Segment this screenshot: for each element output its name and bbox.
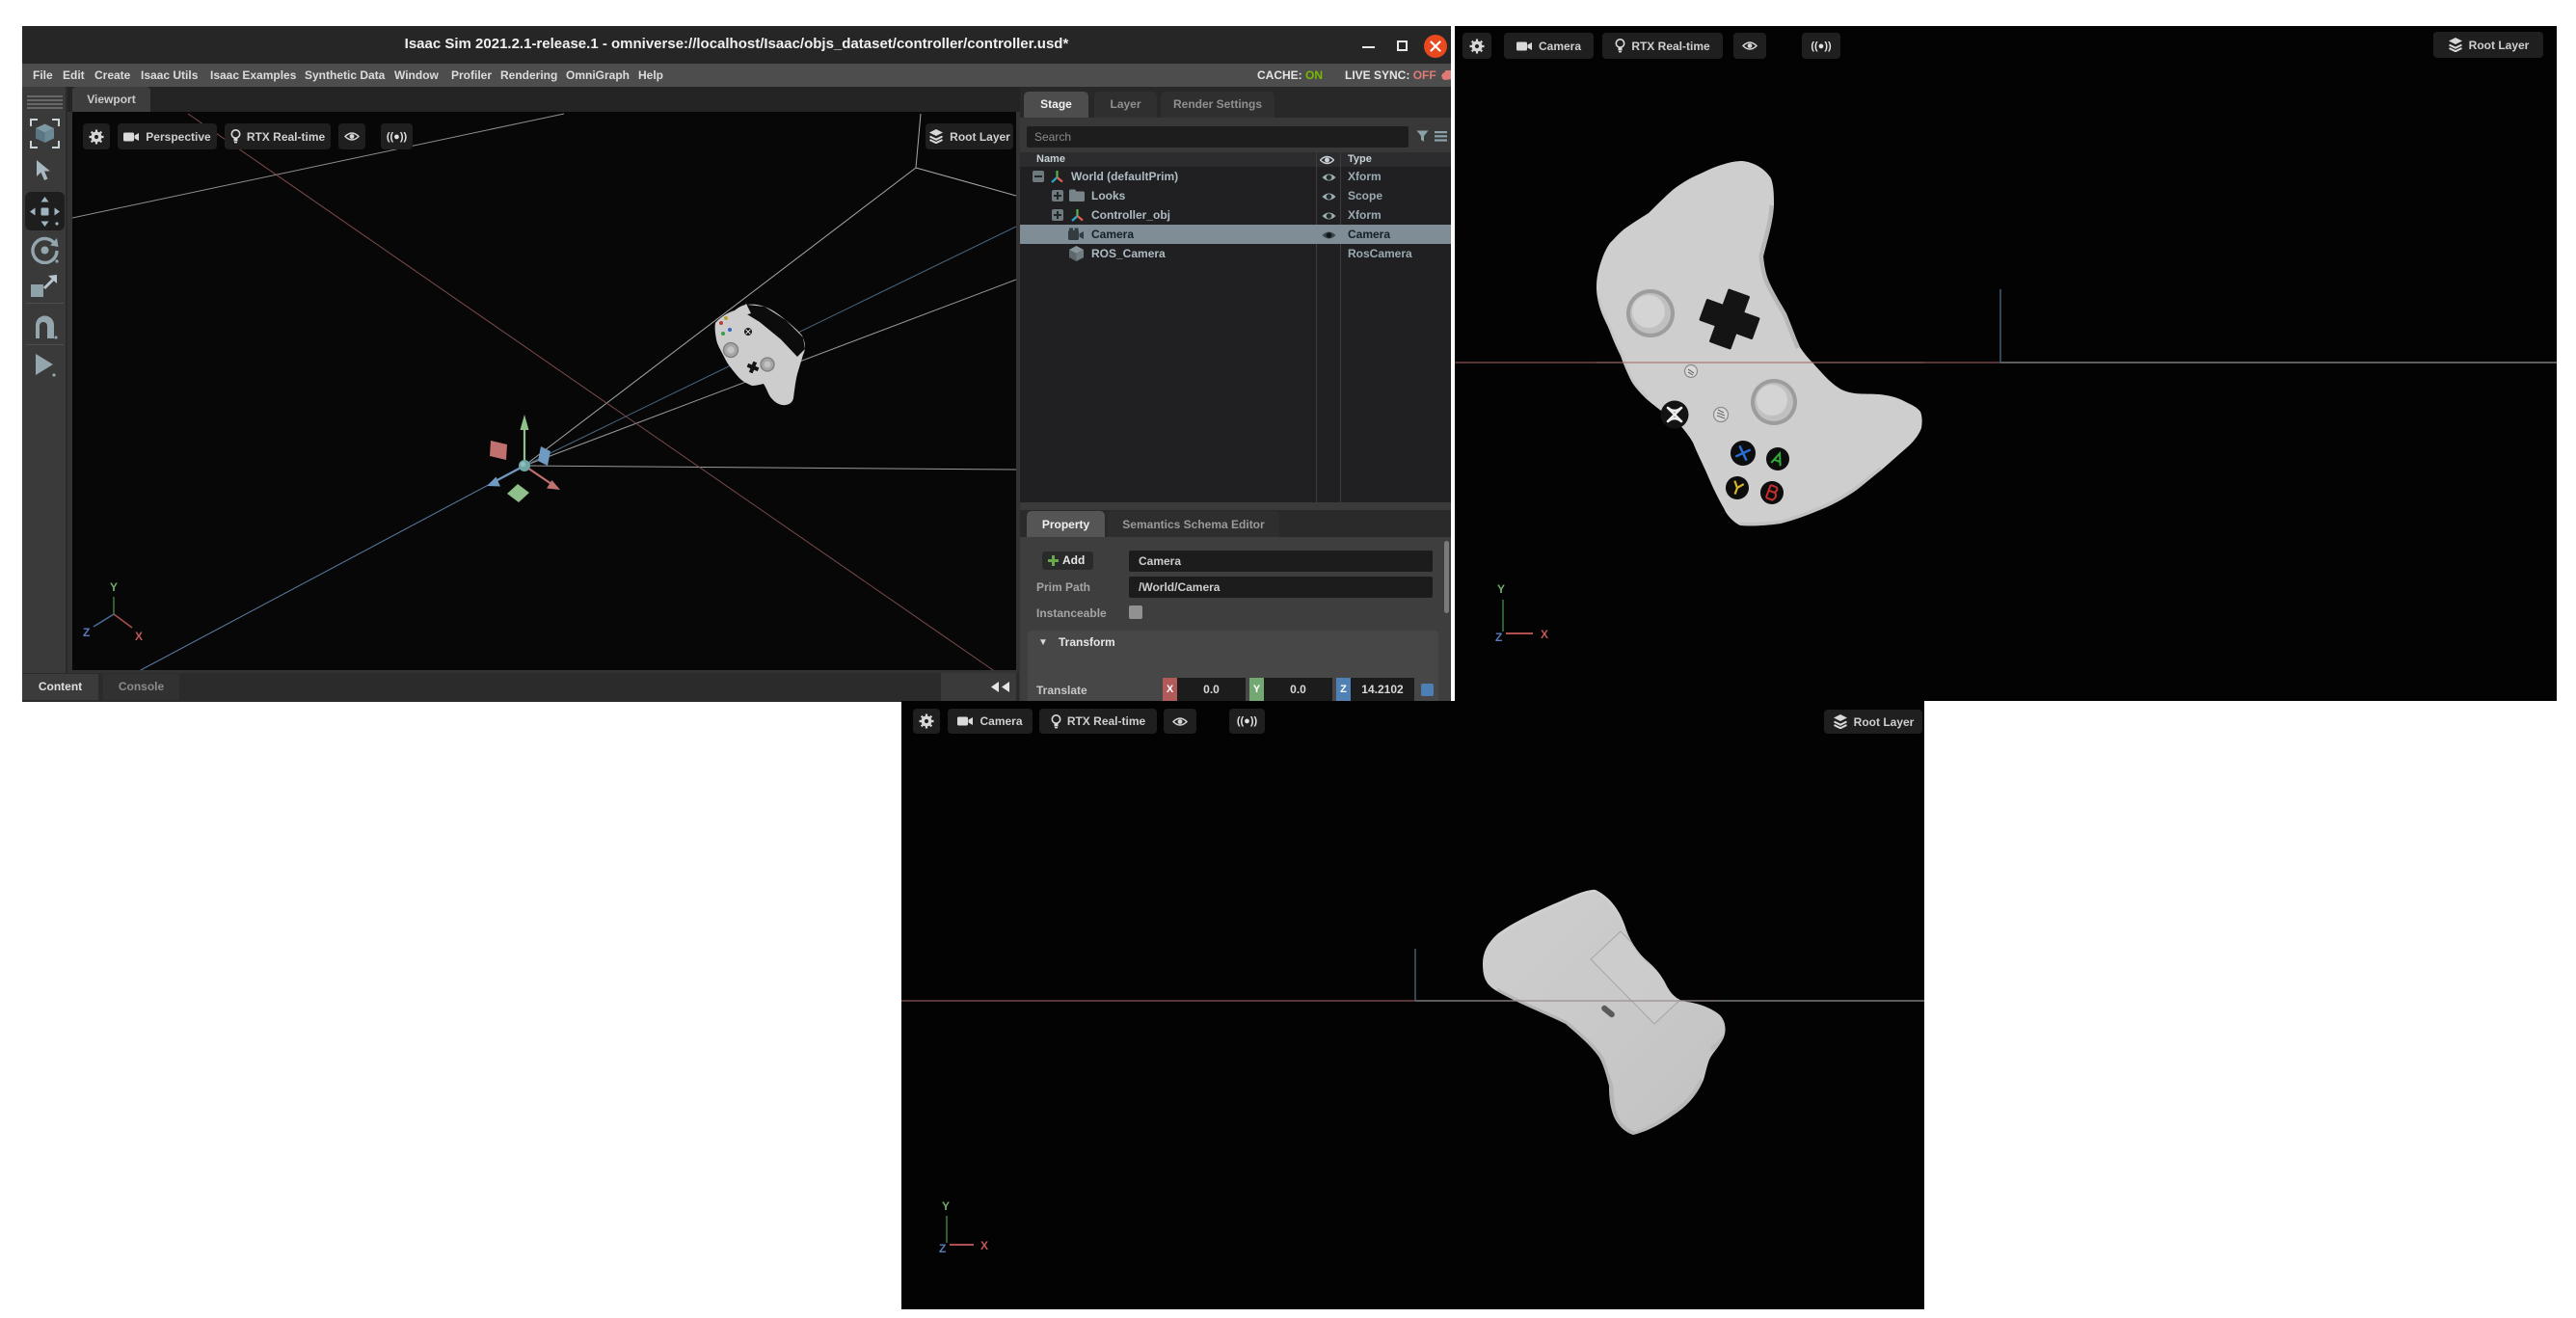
svg-text:X: X (135, 630, 143, 643)
svg-text:X: X (980, 1239, 988, 1252)
svg-text:Y: Y (110, 580, 118, 594)
svg-text:Z: Z (939, 1242, 946, 1255)
svg-text:Z: Z (83, 626, 90, 639)
svg-text:Z: Z (1495, 631, 1502, 644)
svg-text:X: X (1541, 628, 1548, 641)
svg-text:Y: Y (942, 1199, 950, 1213)
svg-text:Y: Y (1497, 582, 1505, 596)
